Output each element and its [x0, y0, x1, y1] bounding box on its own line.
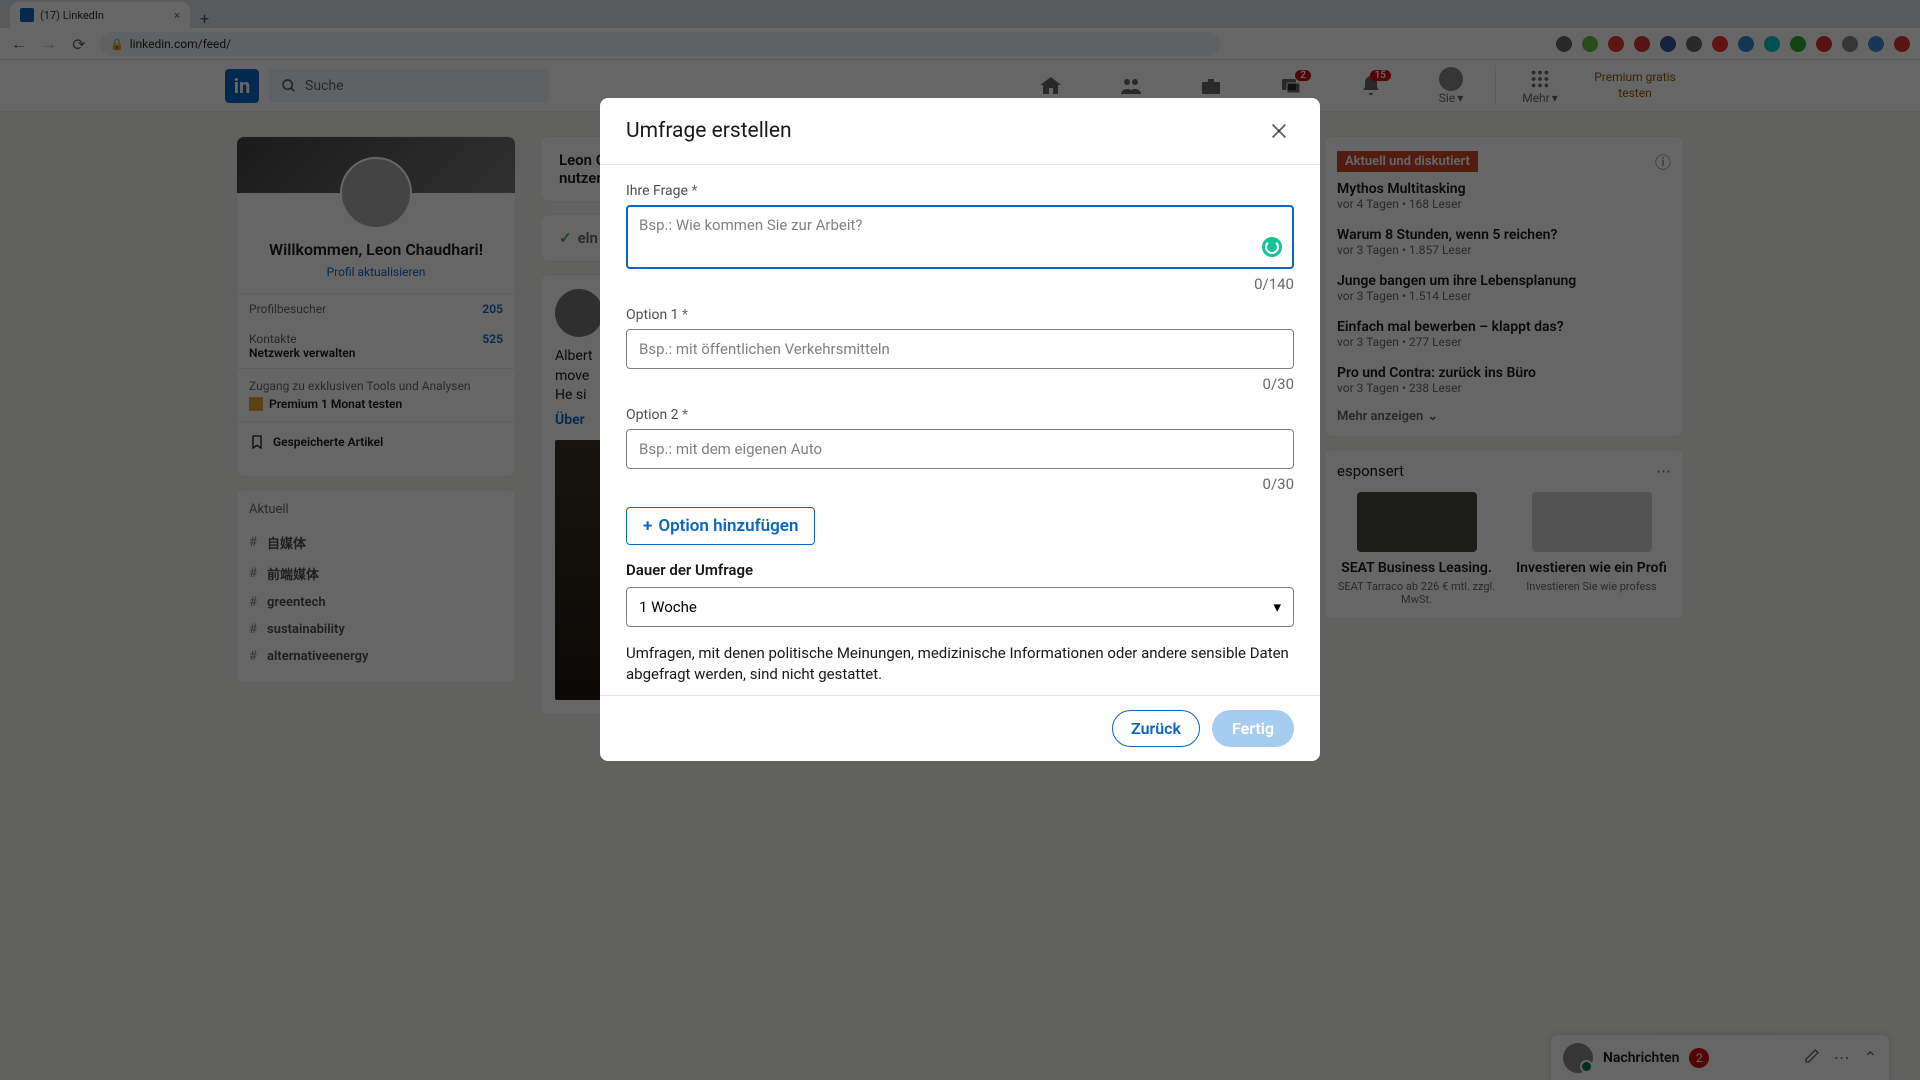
disclaimer-text: Umfragen, mit denen politische Meinungen…: [626, 643, 1294, 685]
close-icon[interactable]: [1264, 116, 1294, 146]
option1-input[interactable]: Bsp.: mit öffentlichen Verkehrsmitteln: [626, 329, 1294, 369]
duration-select[interactable]: 1 Woche ▾: [626, 587, 1294, 627]
option2-input[interactable]: Bsp.: mit dem eigenen Auto: [626, 429, 1294, 469]
modal-title: Umfrage erstellen: [626, 119, 792, 143]
option1-field-group: Option 1 * Bsp.: mit öffentlichen Verkeh…: [626, 307, 1294, 393]
modal-footer: Zurück Fertig: [600, 695, 1320, 761]
add-option-button[interactable]: + Option hinzufügen: [626, 507, 815, 545]
plus-icon: +: [643, 516, 652, 536]
option1-counter: 0/30: [626, 375, 1294, 393]
back-button[interactable]: Zurück: [1112, 710, 1200, 747]
option1-label: Option 1 *: [626, 307, 1294, 323]
grammarly-icon[interactable]: [1262, 237, 1282, 257]
done-button[interactable]: Fertig: [1212, 710, 1294, 747]
question-field-group: Ihre Frage * Bsp.: Wie kommen Sie zur Ar…: [626, 183, 1294, 293]
question-input[interactable]: Bsp.: Wie kommen Sie zur Arbeit?: [626, 205, 1294, 269]
modal-header: Umfrage erstellen: [600, 98, 1320, 165]
question-label: Ihre Frage *: [626, 183, 1294, 199]
duration-label: Dauer der Umfrage: [626, 561, 1294, 579]
question-counter: 0/140: [626, 275, 1294, 293]
create-poll-modal: Umfrage erstellen Ihre Frage * Bsp.: Wie…: [600, 98, 1320, 761]
modal-overlay: Umfrage erstellen Ihre Frage * Bsp.: Wie…: [0, 0, 1920, 1080]
option2-field-group: Option 2 * Bsp.: mit dem eigenen Auto 0/…: [626, 407, 1294, 493]
chevron-down-icon: ▾: [1273, 598, 1281, 616]
option2-label: Option 2 *: [626, 407, 1294, 423]
modal-body: Ihre Frage * Bsp.: Wie kommen Sie zur Ar…: [600, 165, 1320, 695]
option2-counter: 0/30: [626, 475, 1294, 493]
